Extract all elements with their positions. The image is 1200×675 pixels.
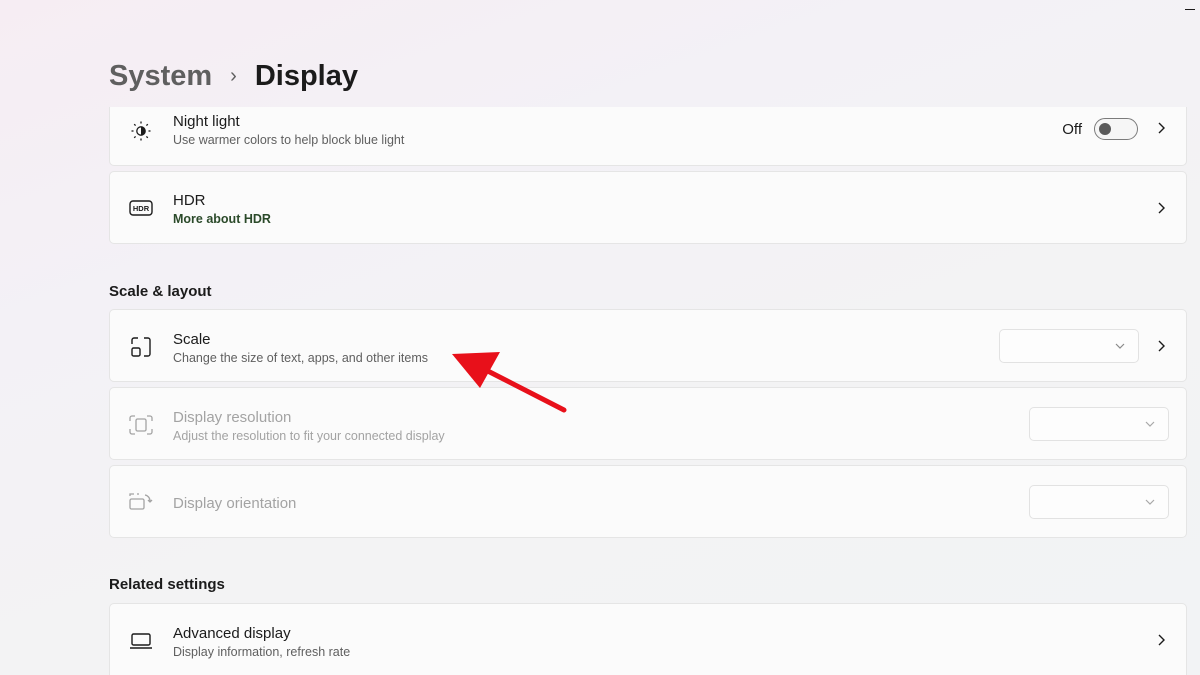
hdr-more-link[interactable]: More about HDR — [173, 210, 271, 228]
chevron-right-icon — [1154, 121, 1168, 135]
page-title: Display — [254, 59, 359, 92]
display-orientation-row: Display orientation — [109, 465, 1187, 538]
night-light-state-label: Off — [1062, 121, 1082, 138]
advanced-display-subtitle: Display information, refresh rate — [173, 645, 351, 659]
breadcrumb-separator-icon: › — [230, 64, 237, 87]
breadcrumb: System › Display — [109, 56, 358, 96]
hdr-title: HDR — [173, 192, 206, 209]
display-orientation-dropdown — [1029, 485, 1169, 519]
chevron-right-icon — [1154, 201, 1168, 215]
svg-text:HDR: HDR — [133, 204, 150, 213]
hdr-icon: HDR — [128, 195, 154, 221]
display-resolution-dropdown — [1029, 407, 1169, 441]
orientation-icon — [128, 490, 154, 516]
display-orientation-title: Display orientation — [173, 495, 297, 512]
hdr-row[interactable]: HDR HDR More about HDR — [109, 171, 1187, 244]
night-light-toggle[interactable] — [1094, 118, 1138, 140]
scale-subtitle: Change the size of text, apps, and other… — [173, 351, 429, 365]
chevron-down-icon — [1115, 343, 1125, 349]
display-resolution-subtitle: Adjust the resolution to fit your connec… — [173, 429, 445, 443]
chevron-down-icon — [1145, 499, 1155, 505]
scale-dropdown[interactable] — [999, 329, 1139, 363]
resolution-icon — [128, 412, 154, 438]
display-resolution-row: Display resolution Adjust the resolution… — [109, 387, 1187, 460]
breadcrumb-system[interactable]: System — [109, 60, 212, 93]
chevron-down-icon — [1145, 421, 1155, 427]
toggle-knob — [1099, 123, 1111, 135]
scale-title: Scale — [173, 331, 211, 348]
night-light-icon — [128, 118, 154, 144]
night-light-row[interactable]: Night light Use warmer colors to help bl… — [109, 107, 1187, 166]
night-light-subtitle: Use warmer colors to help block blue lig… — [173, 133, 405, 147]
minimize-button[interactable] — [1180, 0, 1200, 18]
section-related-settings: Related settings — [109, 576, 225, 593]
section-scale-layout: Scale & layout — [109, 283, 212, 300]
advanced-display-row[interactable]: Advanced display Display information, re… — [109, 603, 1187, 675]
minimize-icon — [1185, 8, 1195, 10]
display-resolution-title: Display resolution — [173, 409, 292, 426]
chevron-right-icon — [1154, 633, 1168, 647]
chevron-right-icon — [1154, 339, 1168, 353]
monitor-icon — [128, 628, 154, 654]
scale-row[interactable]: Scale Change the size of text, apps, and… — [109, 309, 1187, 382]
night-light-title: Night light — [173, 113, 240, 130]
advanced-display-title: Advanced display — [173, 625, 291, 642]
scale-icon — [128, 334, 154, 360]
